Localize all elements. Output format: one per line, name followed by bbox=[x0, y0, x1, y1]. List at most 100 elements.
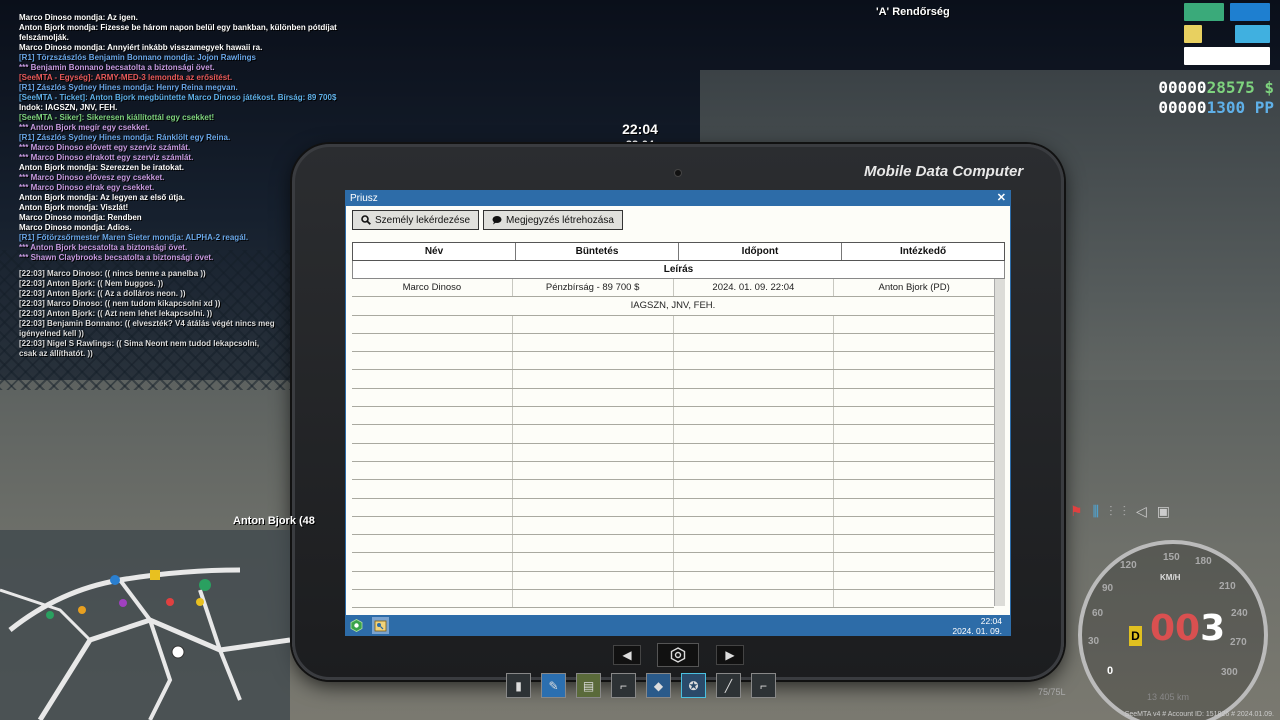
table-cell-empty bbox=[352, 333, 513, 352]
table-cell-empty bbox=[674, 590, 835, 608]
chat-line: *** Anton Bjork megír egy csekket. bbox=[19, 123, 150, 132]
cell-time: 2024. 01. 09. 22:04 bbox=[674, 279, 835, 297]
fuel-readout: 75/75L bbox=[1038, 687, 1066, 697]
close-icon[interactable]: ✕ bbox=[997, 191, 1006, 206]
hud-status-bars bbox=[1184, 3, 1270, 69]
taskbar-time: 22:04 bbox=[980, 616, 1002, 626]
tablet-item-icon[interactable]: ◆ bbox=[646, 673, 671, 698]
megaphone-icon[interactable]: ◁ bbox=[1136, 503, 1147, 520]
table-row-empty bbox=[352, 516, 994, 536]
back-arrow-icon[interactable]: ◀ bbox=[613, 645, 641, 665]
table-cell-empty bbox=[674, 315, 835, 333]
chat-line: Anton Bjork mondja: Fizesse be három nap… bbox=[19, 23, 337, 32]
column-header-name[interactable]: Név bbox=[353, 243, 516, 260]
sound-wave-icon[interactable]: ⫶ bbox=[1109, 503, 1113, 520]
table-cell-empty bbox=[834, 316, 994, 333]
table-header: Név Büntetés Időpont Intézkedő bbox=[352, 242, 1005, 261]
minimap[interactable] bbox=[0, 530, 291, 720]
table-cell-empty bbox=[834, 499, 994, 516]
speed-readout: 003 bbox=[1150, 608, 1225, 649]
table-cell-empty bbox=[674, 498, 835, 516]
table-row-description[interactable]: IAGSZN, JNV, FEH. bbox=[352, 297, 994, 316]
weapon-item-icon[interactable]: ⌐ bbox=[611, 673, 636, 698]
table-cell-empty bbox=[352, 315, 513, 333]
table-cell-empty bbox=[352, 571, 513, 590]
column-header-penalty[interactable]: Büntetés bbox=[516, 243, 679, 260]
table-row-empty bbox=[352, 443, 994, 462]
table-row-empty bbox=[352, 352, 994, 371]
person-lookup-label: Személy lekérdezése bbox=[375, 214, 471, 226]
priusz-app-icon[interactable] bbox=[372, 617, 389, 634]
table-row-empty bbox=[352, 480, 994, 499]
table-cell-empty bbox=[834, 480, 994, 497]
inventory-hotbar: ▮ ✎ ▤ ⌐ ◆ ✪ ╱ ⌐ bbox=[506, 673, 776, 698]
table-cell-empty bbox=[834, 444, 994, 461]
hunger-bar bbox=[1184, 25, 1202, 43]
baton-item-icon[interactable]: ╱ bbox=[716, 673, 741, 698]
table-cell-empty bbox=[513, 370, 674, 388]
table-cell-empty bbox=[352, 443, 513, 461]
table-cell-empty bbox=[834, 462, 994, 479]
table-cell-empty bbox=[352, 480, 513, 498]
table-cell-empty bbox=[352, 388, 513, 407]
table-cell-empty bbox=[674, 461, 835, 480]
table-cell-empty bbox=[834, 407, 994, 424]
table-row-empty bbox=[352, 571, 994, 591]
records-table: Név Büntetés Időpont Intézkedő Leírás Ma… bbox=[352, 242, 1005, 609]
table-cell-empty bbox=[513, 571, 674, 590]
minimap-roads bbox=[0, 567, 291, 720]
table-cell-empty bbox=[352, 553, 513, 571]
column-header-time[interactable]: Időpont bbox=[679, 243, 842, 260]
home-logo-icon bbox=[670, 647, 686, 663]
table-cell-empty bbox=[674, 443, 835, 461]
window-title: Priusz bbox=[350, 193, 378, 204]
table-cell-empty bbox=[513, 333, 674, 352]
sound-wave-2-icon[interactable]: ⫶ bbox=[1123, 503, 1127, 520]
start-logo-icon[interactable] bbox=[348, 617, 365, 634]
speed-tick-label: 150 bbox=[1163, 552, 1180, 563]
speed-value: 3 bbox=[1200, 608, 1226, 649]
speed-zero-label: 0 bbox=[1107, 665, 1114, 677]
table-cell-empty bbox=[352, 590, 513, 608]
home-button[interactable] bbox=[657, 643, 699, 667]
radio-item-icon[interactable]: ▮ bbox=[506, 673, 531, 698]
speed-tick-label: 210 bbox=[1219, 581, 1236, 592]
table-row[interactable]: Marco Dinoso Pénzbírság - 89 700 $ 2024.… bbox=[352, 279, 994, 298]
vehicle-status-icons: ⚑ ⫼ ⫶ ⫶ ◁ ▣ bbox=[1070, 503, 1170, 520]
chat-line: Marco Dinoso mondja: Az igen. bbox=[19, 13, 138, 22]
table-cell-empty bbox=[674, 571, 835, 590]
table-cell-empty bbox=[674, 425, 835, 443]
table-row-empty bbox=[352, 535, 994, 554]
siren-icon[interactable]: ⚑ bbox=[1070, 503, 1083, 520]
table-scrollbar[interactable] bbox=[994, 279, 1005, 606]
emergency-lights-icon[interactable]: ⫼ bbox=[1093, 503, 1099, 520]
stamina-bar bbox=[1184, 47, 1270, 65]
create-note-button[interactable]: Megjegyzés létrehozása bbox=[483, 210, 623, 230]
person-lookup-button[interactable]: Személy lekérdezése bbox=[352, 210, 480, 230]
taskbar-date: 2024. 01. 09. bbox=[952, 626, 1002, 636]
column-header-officer[interactable]: Intézkedő bbox=[842, 243, 1004, 260]
table-row-empty bbox=[352, 407, 994, 426]
notepad-item-icon[interactable]: ✎ bbox=[541, 673, 566, 698]
cell-penalty: Pénzbírság - 89 700 $ bbox=[513, 279, 674, 297]
table-cell-empty bbox=[352, 535, 513, 553]
table-cell-empty bbox=[513, 352, 674, 370]
handgun-item-icon[interactable]: ⌐ bbox=[751, 673, 776, 698]
table-cell-empty bbox=[352, 370, 513, 388]
toolbar: Személy lekérdezése Megjegyzés létrehozá… bbox=[346, 206, 1010, 234]
table-cell-empty bbox=[352, 498, 513, 516]
cell-name: Marco Dinoso bbox=[352, 279, 513, 297]
table-row-empty bbox=[352, 333, 994, 353]
money-value: 28575 $ bbox=[1206, 78, 1274, 97]
badge-item-icon[interactable]: ✪ bbox=[681, 673, 706, 698]
table-cell-empty bbox=[674, 553, 835, 571]
forward-arrow-icon[interactable]: ▶ bbox=[716, 645, 744, 665]
table-row-empty bbox=[352, 461, 994, 481]
server-footer: SeeMTA v4 # Account ID: 151826 # 2024.01… bbox=[1124, 711, 1274, 718]
table-cell-empty bbox=[513, 425, 674, 443]
speed-tick-label: 60 bbox=[1092, 608, 1104, 619]
table-cell-empty bbox=[834, 590, 994, 607]
table-row-empty bbox=[352, 553, 994, 572]
document-item-icon[interactable]: ▤ bbox=[576, 673, 601, 698]
fuel-can-icon[interactable]: ▣ bbox=[1157, 503, 1170, 520]
